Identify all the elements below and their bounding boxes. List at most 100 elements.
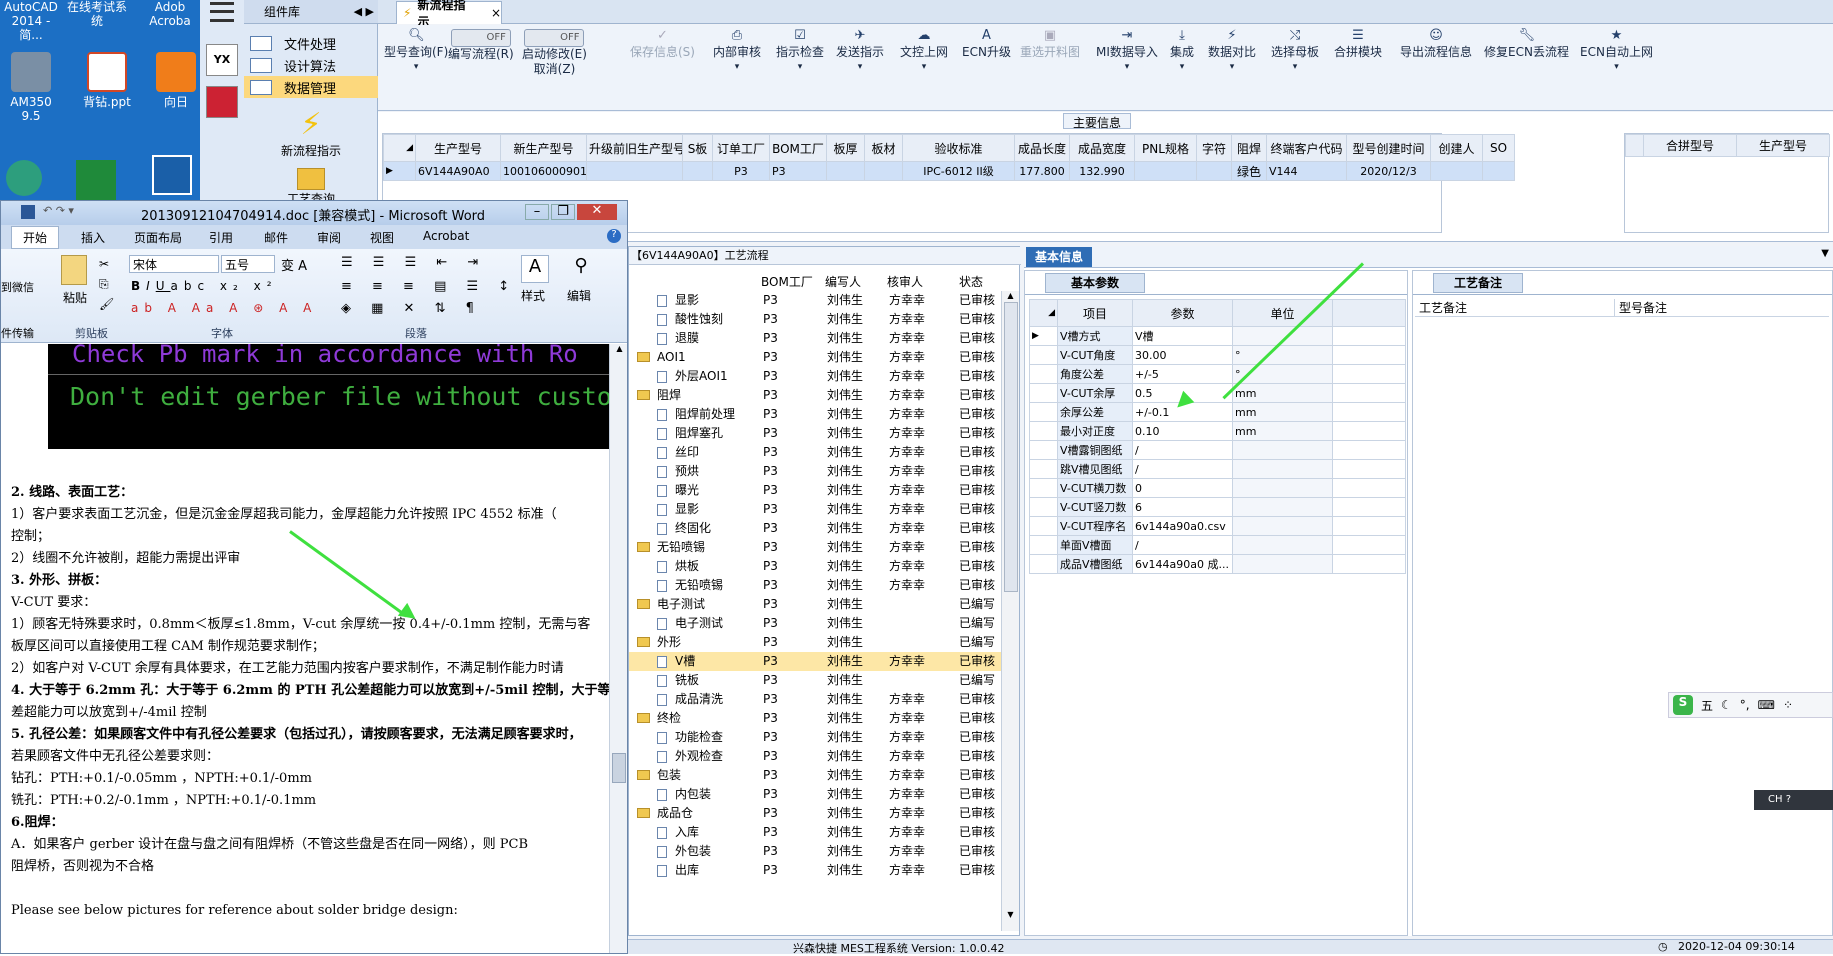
column-header[interactable]: 状态 xyxy=(959,273,983,290)
tab-home[interactable]: 开始 xyxy=(11,226,59,249)
param-cell[interactable]: V-CUT横刀数 xyxy=(1057,478,1133,498)
process-scrollbar[interactable]: ▲ ▼ xyxy=(1001,291,1019,931)
cut-icon[interactable]: ✂ xyxy=(99,257,109,271)
tab-mailings[interactable]: 邮件 xyxy=(264,229,288,246)
border-icons[interactable]: ◈ ▦ ✕ ⇅ ¶ xyxy=(341,301,482,316)
restore-icon[interactable]: ❐ xyxy=(551,204,575,220)
app-icon[interactable] xyxy=(152,155,192,195)
table-cell[interactable]: 177.800 xyxy=(1014,161,1070,181)
column-header[interactable]: S板 xyxy=(682,134,713,162)
table-cell[interactable]: 6V144A90A0 xyxy=(415,161,501,181)
internal-review-button[interactable]: ⎙ 内部审核 ▾ xyxy=(713,29,761,75)
table-cell[interactable]: P3 xyxy=(712,161,770,181)
list-icons[interactable]: ☰ ☰ ☰ ⇤ ⇥ xyxy=(341,255,486,270)
table-row[interactable]: V-CUT余厚 0.5 mm xyxy=(1029,383,1406,403)
toggle-switch[interactable]: OFF xyxy=(524,29,585,47)
process-row[interactable]: 外观检查 P3 刘伟生 方幸幸 已审核 xyxy=(629,747,1001,766)
process-row[interactable]: 出库 P3 刘伟生 方幸幸 已审核 xyxy=(629,861,1001,880)
language-bar[interactable]: CH ? xyxy=(1754,790,1833,810)
param-cell[interactable] xyxy=(1232,554,1333,574)
column-header[interactable]: 合拼型号 xyxy=(1643,134,1737,157)
table-cell[interactable] xyxy=(1430,161,1483,181)
ime-mode[interactable]: 五 xyxy=(1701,697,1713,714)
column-header[interactable]: 字符 xyxy=(1196,134,1232,162)
table-cell[interactable] xyxy=(826,161,865,181)
component-item-file[interactable]: 文件处理 xyxy=(244,32,378,54)
param-cell[interactable]: 跳V槽见图纸 xyxy=(1057,459,1133,479)
process-row[interactable]: 预烘 P3 刘伟生 方幸幸 已审核 xyxy=(629,462,1001,481)
table-cell[interactable] xyxy=(1482,161,1515,181)
process-row[interactable]: 烘板 P3 刘伟生 方幸幸 已审核 xyxy=(629,557,1001,576)
column-header[interactable]: 创建人 xyxy=(1430,134,1483,162)
merge-module-button[interactable]: ☰ 合拼模块 xyxy=(1334,29,1382,60)
param-cell[interactable] xyxy=(1232,478,1333,498)
table-row[interactable]: V-CUT竖刀数 6 xyxy=(1029,497,1406,517)
format-painter-icon[interactable]: 🖌︎ xyxy=(99,297,114,311)
column-header[interactable]: 型号创建时间 xyxy=(1346,134,1431,162)
process-row[interactable]: 包装 P3 刘伟生 方幸幸 已审核 xyxy=(629,766,1001,785)
param-cell[interactable]: 0 xyxy=(1132,478,1233,498)
edit-button[interactable]: 编辑 xyxy=(567,287,591,304)
process-row[interactable]: AOI1 P3 刘伟生 方幸幸 已审核 xyxy=(629,348,1001,367)
word-icon[interactable] xyxy=(21,205,35,219)
tab-review[interactable]: 审阅 xyxy=(317,229,341,246)
help-icon[interactable]: ? xyxy=(1786,794,1791,805)
process-row[interactable]: 功能检查 P3 刘伟生 方幸幸 已审核 xyxy=(629,728,1001,747)
app-icon[interactable] xyxy=(76,160,116,200)
column-header[interactable]: 升级前旧生产型号 xyxy=(586,134,683,162)
start-modify-toggle[interactable]: OFF 启动修改(E) 取消(Z) xyxy=(522,29,587,77)
desktop-icon-exam[interactable]: 在线考试系统 xyxy=(66,0,128,28)
integrate-button[interactable]: ⤓ 集成 ▾ xyxy=(1170,29,1194,75)
fix-ecn-button[interactable]: 🔧︎ 修复ECN丢流程 xyxy=(1484,29,1569,60)
table-cell[interactable]: 132.990 xyxy=(1069,161,1135,181)
app-icon[interactable] xyxy=(6,160,42,196)
punct-icon[interactable]: °, xyxy=(1740,698,1750,712)
panel-nav-icon[interactable]: ◀ ▶ xyxy=(354,5,374,18)
process-row[interactable]: 外包装 P3 刘伟生 方幸幸 已审核 xyxy=(629,842,1001,861)
param-cell[interactable] xyxy=(1232,497,1333,517)
process-row[interactable]: V槽 P3 刘伟生 方幸幸 已审核 xyxy=(629,652,1001,671)
param-cell[interactable]: 角度公差 xyxy=(1057,364,1133,384)
desktop-icon-autocad[interactable]: AutoCAD 2014 - 简... xyxy=(0,0,62,42)
table-cell[interactable]: 10010600090168 xyxy=(500,161,587,181)
table-row[interactable]: V-CUT角度 30.00 ° xyxy=(1029,345,1406,365)
word-document[interactable]: Check Pb mark in accordance with Ro Don'… xyxy=(1,344,609,953)
column-header[interactable]: 核审人 xyxy=(887,273,923,290)
table-row[interactable]: ▶ V槽方式 V槽 xyxy=(1029,326,1406,346)
grid-icon[interactable]: ⁘ xyxy=(1783,698,1793,712)
process-row[interactable]: 退膜 P3 刘伟生 方幸幸 已审核 xyxy=(629,329,1001,348)
send-instruction-button[interactable]: ✈ 发送指示 ▾ xyxy=(836,29,884,75)
param-cell[interactable]: / xyxy=(1132,535,1233,555)
tab-process-remark[interactable]: 工艺备注 xyxy=(1433,273,1523,293)
desktop-icon-ppt[interactable]: 背钻.ppt xyxy=(76,52,138,109)
new-process-item[interactable]: ⚡ 新流程指示 xyxy=(244,108,378,159)
column-header[interactable]: 验收标准 xyxy=(902,134,1015,162)
scroll-thumb[interactable] xyxy=(612,753,626,783)
select-mother-board-button[interactable]: ⤭ 选择母板 ▾ xyxy=(1271,29,1319,75)
param-cell[interactable]: mm xyxy=(1232,402,1333,422)
table-row[interactable]: V-CUT程序名 6v144a90a0.csv xyxy=(1029,516,1406,536)
chevron-up-icon[interactable]: ▲ xyxy=(1002,291,1019,300)
process-row[interactable]: 无铅喷锡 P3 刘伟生 方幸幸 已审核 xyxy=(629,576,1001,595)
align-icons[interactable]: ≡ ≡ ≡ ▤ ☰ ↕ xyxy=(341,279,517,294)
column-header[interactable]: 编写人 xyxy=(825,273,861,290)
ecn-auto-online-button[interactable]: ★ ECN自动上网 ▾ xyxy=(1580,29,1653,75)
quick-access-icon[interactable]: ↶ ↷ ▾ xyxy=(43,204,74,217)
wechat-transfer-button[interactable]: 到微信 xyxy=(1,279,34,295)
table-row[interactable]: 跳V槽见图纸 / xyxy=(1029,459,1406,479)
table-row[interactable]: 单面V槽面 / xyxy=(1029,535,1406,555)
table-row[interactable]: ▶ 6V144A90A0 10010600090168 P3 P3 IPC-60… xyxy=(383,161,1515,181)
column-header[interactable]: 成品宽度 xyxy=(1069,134,1135,162)
doc-online-button[interactable]: ☁ 文控上网 ▾ xyxy=(900,29,948,75)
param-cell[interactable]: V-CUT竖刀数 xyxy=(1057,497,1133,517)
desktop-icon-sunlogin[interactable]: 向日 xyxy=(152,52,200,109)
mi-import-button[interactable]: ⇥ MI数据导入 ▾ xyxy=(1096,29,1158,75)
word-scrollbar[interactable]: ▲ xyxy=(609,344,627,953)
font-name-select[interactable]: 宋体 xyxy=(129,255,219,273)
save-info-button[interactable]: ✓ 保存信息(S) xyxy=(630,29,695,60)
calc-icon[interactable] xyxy=(206,86,238,118)
component-item-data[interactable]: 数据管理 xyxy=(244,76,378,98)
param-cell[interactable]: 6v144a90a0.csv xyxy=(1132,516,1233,536)
table-row[interactable]: 成品V槽图纸 6v144a90a0 成... xyxy=(1029,554,1406,574)
copy-icon[interactable]: ⎘ xyxy=(99,277,109,292)
